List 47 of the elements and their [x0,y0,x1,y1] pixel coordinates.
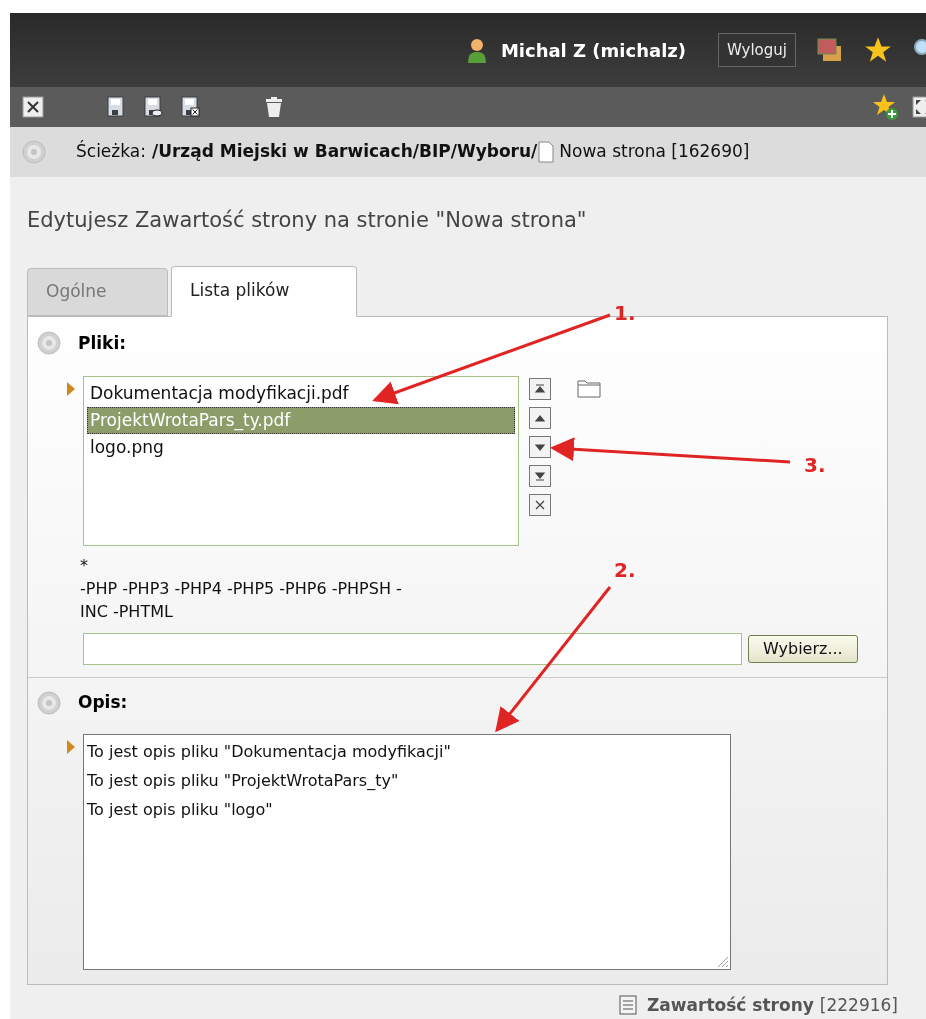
path-label: Ścieżka: [76,139,146,164]
close-icon[interactable] [22,96,44,118]
browse-button[interactable]: Wybierz... [748,635,858,663]
down-triangle-icon [534,441,546,453]
tab[interactable]: Lista plików [171,265,357,317]
files-label: Pliki: [78,331,127,355]
extension-note: -PHP -PHP3 -PHP4 -PHP5 -PHP6 -PHPSH - [80,578,402,600]
add-favorite-icon[interactable] [872,93,900,121]
annotation-label: 2. [614,557,636,584]
move-top-icon [534,383,546,395]
footer-title: Zawartość strony [647,993,814,1017]
save-close-icon[interactable] [180,96,200,118]
document-list-icon [619,995,638,1016]
trash-icon[interactable] [263,96,285,118]
move-up-button[interactable] [529,407,551,429]
save-preview-icon[interactable] [143,96,163,118]
annotation-label: 1. [614,300,636,327]
extension-note: INC -PHTML [80,601,173,623]
extension-note: * [80,555,88,577]
description-line: To jest opis pliku "logo" [87,798,274,821]
footer-id: [222916] [819,993,898,1017]
move-bottom-button[interactable] [529,465,551,487]
move-top-button[interactable] [529,378,551,400]
file-path-field[interactable] [83,633,742,665]
description-line: To jest opis pliku "ProjektWrotaPars_ty" [87,769,400,792]
move-down-button[interactable] [529,436,551,458]
description-label: Opis: [78,691,128,714]
save-icon[interactable] [106,96,126,118]
current-row-marker-icon [67,739,75,754]
description-line: To jest opis pliku "Dokumentacja modyfikacji" [87,740,452,763]
file-item[interactable]: Dokumentacja modyfikacji.pdf [87,380,515,407]
document-icon [537,141,556,163]
close-icon [534,499,546,511]
page-heading: Edytujesz Zawartość strony na stronie "Nowa strona" [27,207,588,234]
file-item[interactable]: logo.png [87,434,515,461]
path-link[interactable]: /Urząd Miejski w Barwicach/BIP/Wyboru/ [151,139,538,165]
file-list[interactable]: Dokumentacja modyfikacji.pdf ProjektWrotaPars_ty.pdf logo.png [83,376,519,546]
move-bottom-icon [534,470,546,482]
remove-button[interactable] [529,494,551,516]
description-field[interactable]: To jest opis pliku "Dokumentacja modyfikacji" To jest opis pliku "ProjektWrotaPars_ty" To jest opis pliku "logo" [83,733,731,970]
current-row-marker-icon [67,382,75,396]
page-name: Nowa strona [162690] [559,140,750,164]
windows-icon[interactable] [816,37,844,63]
star-icon[interactable] [864,36,892,64]
annotation-label: 3. [804,452,826,479]
logout-button[interactable]: Wyloguj [718,32,796,68]
user-name[interactable]: Michal Z (michalz) [500,36,686,64]
